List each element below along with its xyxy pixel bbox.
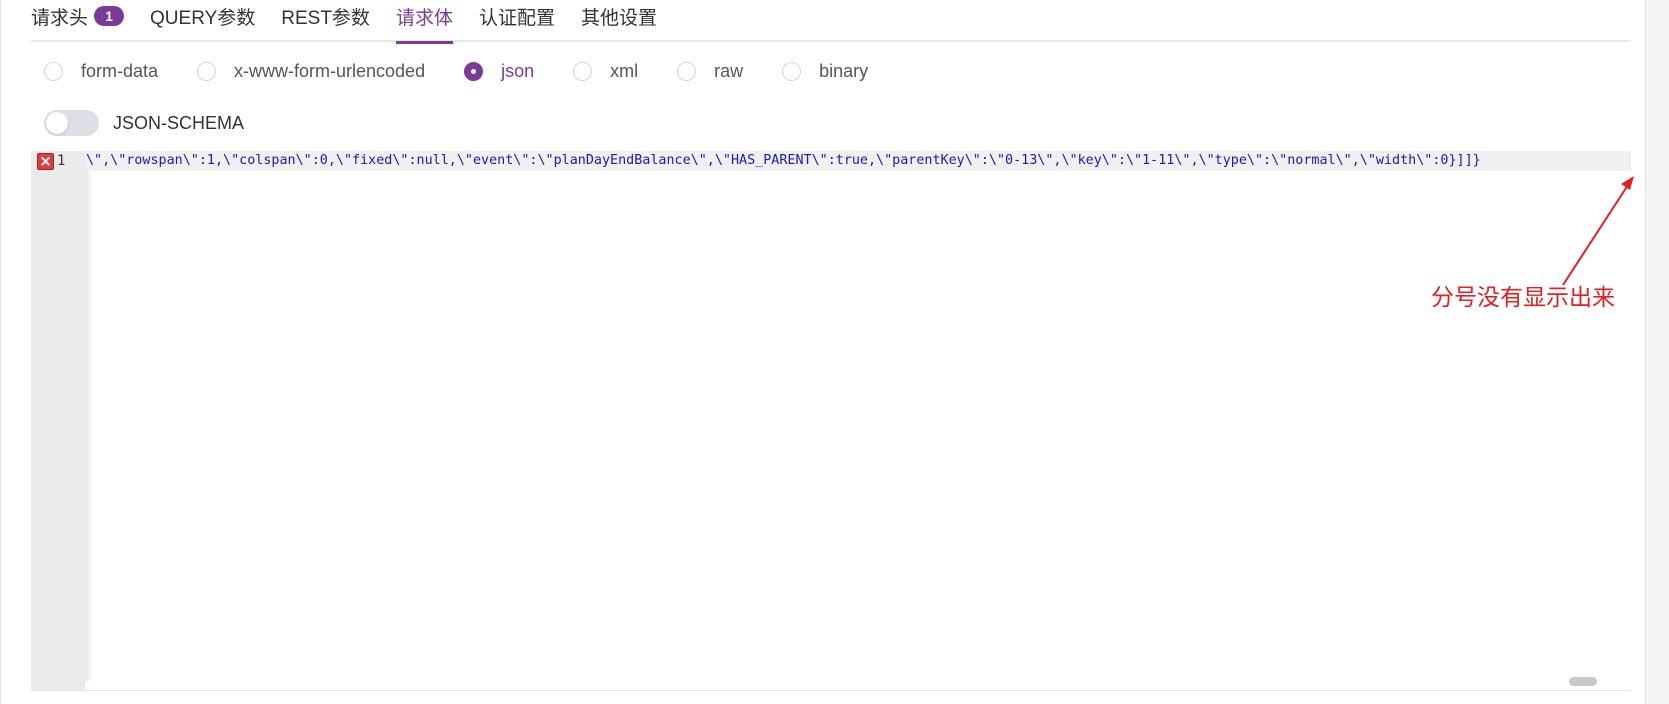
- radio-button[interactable]: [573, 61, 593, 81]
- editor-gutter: × 1: [31, 151, 85, 690]
- radio-button[interactable]: [44, 61, 63, 81]
- radio-binary[interactable]: binary: [782, 61, 868, 82]
- radio-button[interactable]: [197, 61, 217, 81]
- tab-request-body[interactable]: 请求体: [395, 0, 453, 44]
- horizontal-scrollbar[interactable]: [1569, 677, 1597, 686]
- tab-label: 其他设置: [580, 8, 657, 29]
- request-tabs: 请求头 1 QUERY参数 REST参数 请求体 认证配置 其他设置: [31, 0, 1631, 44]
- body-type-radio-group: form-data x-www-form-urlencoded json xml…: [44, 58, 907, 84]
- request-panel: 请求头 1 QUERY参数 REST参数 请求体 认证配置 其他设置 form-…: [0, 0, 1646, 704]
- tab-label: QUERY参数: [150, 8, 256, 29]
- gutter-shadow: [85, 151, 93, 681]
- annotation-text: 分号没有显示出来: [1431, 285, 1615, 311]
- tab-headers[interactable]: 请求头 1: [31, 0, 125, 42]
- tab-rest-params[interactable]: REST参数: [281, 0, 370, 42]
- json-schema-label: JSON-SCHEMA: [113, 112, 245, 133]
- radio-label: raw: [714, 60, 744, 81]
- radio-form-data[interactable]: form-data: [44, 61, 158, 82]
- toggle-knob: [46, 112, 68, 134]
- radio-button-selected[interactable]: [464, 61, 484, 81]
- code-editor[interactable]: × 1 \",\"rowspan\":1,\"colspan\":0,\"fix…: [31, 151, 1631, 690]
- tab-label: 认证配置: [478, 8, 555, 29]
- outer-background: [1646, 0, 1669, 704]
- radio-label: form-data: [81, 60, 159, 81]
- tab-label: 请求头: [31, 8, 89, 29]
- code-line[interactable]: \",\"rowspan\":1,\"colspan\":0,\"fixed\"…: [86, 152, 1631, 170]
- json-schema-toggle-row: JSON-SCHEMA: [44, 110, 244, 136]
- radio-button[interactable]: [782, 61, 802, 81]
- radio-label: x-www-form-urlencoded: [234, 60, 426, 81]
- error-icon[interactable]: ×: [37, 153, 54, 170]
- radio-label: json: [501, 60, 535, 81]
- tab-query-params[interactable]: QUERY参数: [150, 0, 255, 42]
- radio-label: xml: [610, 60, 639, 81]
- radio-label: binary: [819, 60, 869, 81]
- radio-json[interactable]: json: [464, 61, 534, 82]
- tab-other-settings[interactable]: 其他设置: [581, 0, 657, 42]
- tab-label: 请求体: [395, 8, 453, 29]
- tab-auth-config[interactable]: 认证配置: [479, 0, 555, 42]
- radio-raw[interactable]: raw: [677, 61, 743, 82]
- line-number: 1: [57, 153, 66, 169]
- json-schema-toggle[interactable]: [44, 110, 99, 136]
- editor-bottom-border: [31, 690, 1631, 691]
- radio-xml[interactable]: xml: [573, 61, 638, 82]
- headers-count-badge: 1: [94, 6, 125, 26]
- radio-x-www-form-urlencoded[interactable]: x-www-form-urlencoded: [197, 61, 425, 82]
- radio-button[interactable]: [677, 61, 697, 81]
- tab-label: REST参数: [281, 8, 370, 29]
